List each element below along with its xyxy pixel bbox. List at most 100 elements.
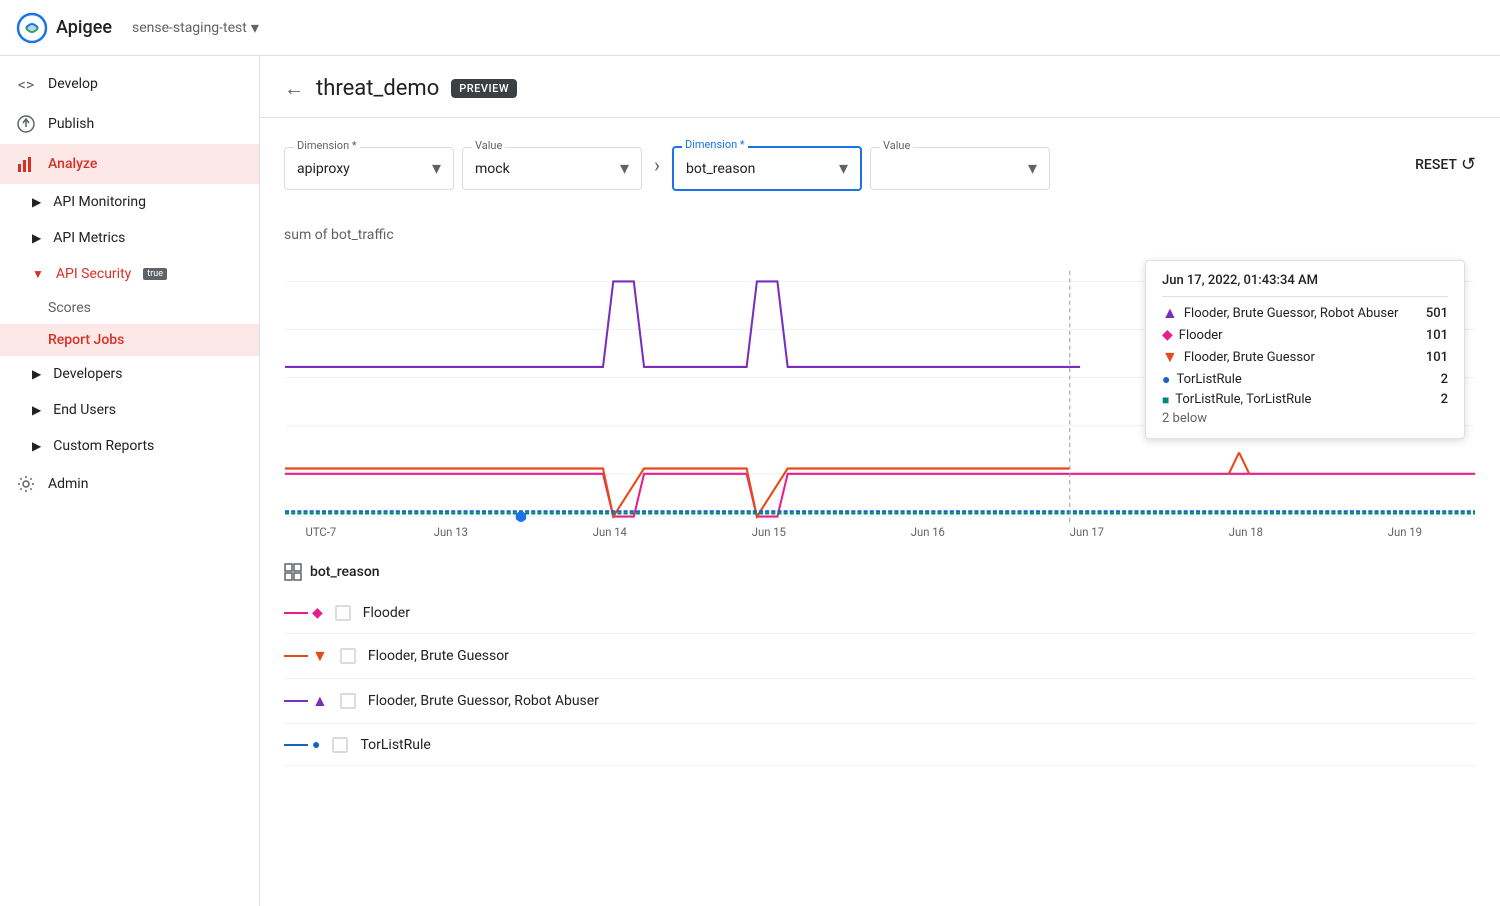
filter-bar: Dimension * apiproxy ▾ Value mock ▾ › Di… xyxy=(260,118,1500,211)
sidebar-label-admin: Admin xyxy=(48,476,88,492)
tooltip-below: 2 below xyxy=(1162,411,1448,426)
tooltip-row-4: ■ TorListRule, TorListRule 2 xyxy=(1162,392,1448,407)
svg-text:Jun 17: Jun 17 xyxy=(1070,525,1104,538)
tooltip-marker-3: ● xyxy=(1162,371,1170,388)
value1-select[interactable]: mock ▾ xyxy=(462,147,642,190)
chart-wrapper: UTC-7 Jun 13 Jun 14 Jun 15 Jun 16 Jun 17… xyxy=(284,259,1476,539)
chart-tooltip: Jun 17, 2022, 01:43:34 AM ▲ Flooder, Bru… xyxy=(1145,260,1465,439)
sidebar-item-report-jobs[interactable]: Report Jobs xyxy=(0,324,259,356)
value1-label: Value xyxy=(472,139,505,152)
dimension1-select[interactable]: apiproxy ▾ xyxy=(284,147,454,190)
sidebar-item-api-metrics[interactable]: ▶ API Metrics xyxy=(0,220,259,256)
expand-icon-dev: ▶ xyxy=(32,367,41,381)
sidebar-label-end-users: End Users xyxy=(53,402,116,418)
legend-item-flooder-brute: ▼ Flooder, Brute Guessor xyxy=(284,634,1476,679)
legend-label-flooder: Flooder xyxy=(363,605,410,621)
sidebar-item-developers[interactable]: ▶ Developers xyxy=(0,356,259,392)
legend-marker-flooder-brute: ▼ xyxy=(312,646,328,666)
reset-label: RESET xyxy=(1415,157,1457,173)
sidebar-item-end-users[interactable]: ▶ End Users xyxy=(0,392,259,428)
admin-icon xyxy=(16,474,36,494)
legend-item-flooder-brute-robot: ▲ Flooder, Brute Guessor, Robot Abuser xyxy=(284,679,1476,724)
tooltip-marker-2: ▼ xyxy=(1162,347,1178,367)
back-button[interactable]: ← xyxy=(284,76,304,101)
legend-checkbox-flooder-brute[interactable] xyxy=(340,648,356,664)
sidebar-item-api-monitoring[interactable]: ▶ API Monitoring xyxy=(0,184,259,220)
sidebar-item-develop[interactable]: <> Develop xyxy=(0,64,259,104)
main-layout: <> Develop Publish Analyze ▶ API Monitor… xyxy=(0,56,1500,906)
expand-icon: ▶ xyxy=(32,195,41,209)
svg-text:Jun 16: Jun 16 xyxy=(911,525,945,538)
tooltip-value-0: 501 xyxy=(1426,306,1448,321)
sidebar-label-api-monitoring: API Monitoring xyxy=(53,194,146,210)
legend-checkbox-flooder-brute-robot[interactable] xyxy=(340,693,356,709)
apigee-logo-icon xyxy=(16,12,48,44)
legend-checkbox-torlist[interactable] xyxy=(332,737,348,753)
topbar: Apigee sense-staging-test ▾ xyxy=(0,0,1500,56)
org-selector[interactable]: sense-staging-test ▾ xyxy=(132,18,259,37)
sidebar-item-analyze[interactable]: Analyze xyxy=(0,144,259,184)
tooltip-label-text-2: Flooder, Brute Guessor xyxy=(1184,350,1315,365)
value2-group: Value ▾ xyxy=(870,147,1050,190)
tooltip-value-3: 2 xyxy=(1441,372,1448,387)
page-title: threat_demo xyxy=(316,76,439,101)
legend-marker-flooder: ◆ xyxy=(312,605,323,621)
dimension1-chevron-icon: ▾ xyxy=(432,158,441,179)
legend-marker-torlist: ● xyxy=(312,736,320,753)
sidebar-item-api-security[interactable]: ▼ API Security true xyxy=(0,256,259,292)
sidebar-label-report-jobs: Report Jobs xyxy=(48,332,124,348)
sidebar-label-scores: Scores xyxy=(48,300,91,316)
sidebar-label-api-metrics: API Metrics xyxy=(53,230,125,246)
analyze-icon xyxy=(16,154,36,174)
svg-text:Jun 14: Jun 14 xyxy=(593,525,628,538)
expand-icon-eu: ▶ xyxy=(32,403,41,417)
value2-chevron-icon: ▾ xyxy=(1028,158,1037,179)
content-area: ← threat_demo PREVIEW Dimension * apipro… xyxy=(260,56,1500,906)
tooltip-row-1: ◆ Flooder 101 xyxy=(1162,327,1448,343)
legend-indicator-flooder-brute-robot: ▲ xyxy=(284,691,328,711)
sidebar-item-admin[interactable]: Admin xyxy=(0,464,259,504)
org-name: sense-staging-test xyxy=(132,20,247,36)
dimension2-select[interactable]: bot_reason ▾ xyxy=(672,146,862,191)
sidebar-label-custom-reports: Custom Reports xyxy=(53,438,154,454)
sidebar-label-analyze: Analyze xyxy=(48,156,97,172)
value2-label: Value xyxy=(880,139,913,152)
app-name: Apigee xyxy=(56,17,112,38)
publish-icon xyxy=(16,114,36,134)
tooltip-value-1: 101 xyxy=(1426,328,1448,343)
dimension2-group: Dimension * bot_reason ▾ xyxy=(672,146,862,191)
value1-chevron-icon: ▾ xyxy=(620,158,629,179)
sidebar-label-api-security: API Security xyxy=(56,266,131,282)
dimension1-value: apiproxy xyxy=(297,161,350,177)
legend-item-flooder: ◆ Flooder xyxy=(284,593,1476,634)
reset-button[interactable]: RESET ↺ xyxy=(1415,154,1476,175)
tooltip-row-2: ▼ Flooder, Brute Guessor 101 xyxy=(1162,347,1448,367)
legend-section: bot_reason ◆ Flooder ▼ Flooder, Brute Gu… xyxy=(260,555,1500,766)
expand-icon-metrics: ▶ xyxy=(32,231,41,245)
sidebar-item-publish[interactable]: Publish xyxy=(0,104,259,144)
app-logo: Apigee xyxy=(16,12,112,44)
legend-label-flooder-brute-robot: Flooder, Brute Guessor, Robot Abuser xyxy=(368,693,599,709)
tooltip-marker-4: ■ xyxy=(1162,393,1169,407)
preview-badge-security: true xyxy=(143,268,167,280)
sidebar-item-scores[interactable]: Scores xyxy=(0,292,259,324)
legend-checkbox-flooder[interactable] xyxy=(335,605,351,621)
sidebar-label-publish: Publish xyxy=(48,116,94,132)
legend-item-torlist: ● TorListRule xyxy=(284,724,1476,766)
chart-section: sum of bot_traffic UTC-7 Jun 13 Jun 14 J… xyxy=(260,211,1500,555)
dimension2-value: bot_reason xyxy=(686,161,755,177)
dimension1-group: Dimension * apiproxy ▾ xyxy=(284,147,454,190)
svg-text:UTC-7: UTC-7 xyxy=(306,525,337,538)
svg-text:Jun 18: Jun 18 xyxy=(1229,525,1263,538)
legend-label-torlist: TorListRule xyxy=(360,737,430,753)
svg-text:Jun 19: Jun 19 xyxy=(1388,525,1422,538)
tooltip-label-text-1: Flooder xyxy=(1179,328,1223,343)
org-chevron-icon: ▾ xyxy=(251,18,259,37)
dimension2-label: Dimension * xyxy=(682,138,748,151)
value1-value: mock xyxy=(475,161,510,177)
legend-indicator-flooder: ◆ xyxy=(284,605,323,621)
sidebar-item-custom-reports[interactable]: ▶ Custom Reports xyxy=(0,428,259,464)
value2-select[interactable]: ▾ xyxy=(870,147,1050,190)
legend-indicator-torlist: ● xyxy=(284,736,320,753)
page-preview-badge: PREVIEW xyxy=(451,79,517,98)
